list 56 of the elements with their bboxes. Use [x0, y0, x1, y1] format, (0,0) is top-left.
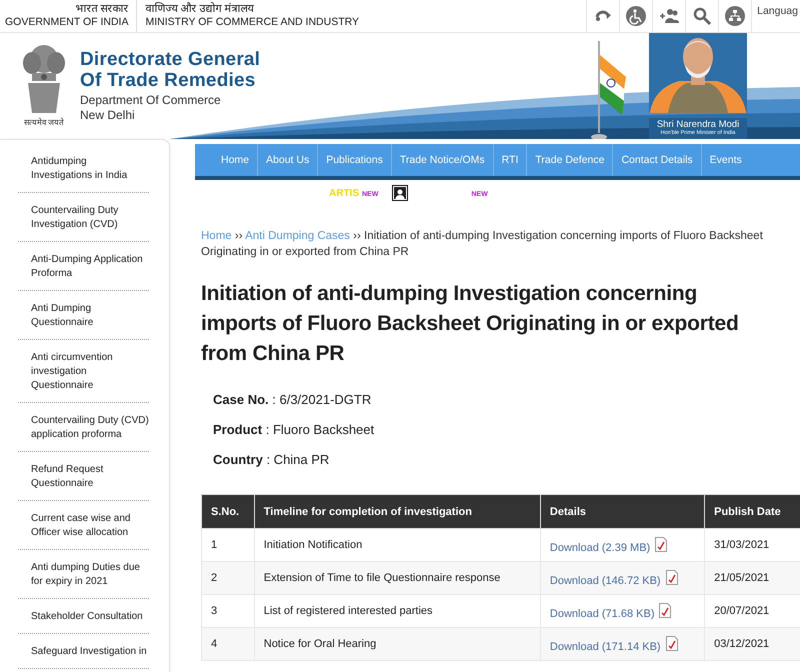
column-header: Timeline for completion of investigation [254, 494, 540, 528]
hindi-label: भारत सरकार [74, 3, 128, 16]
nav-link[interactable]: Trade Defence [527, 144, 614, 176]
sidebar-link[interactable]: Stakeholder Consultation [31, 610, 149, 624]
breadcrumb-link[interactable]: Anti Dumping Cases [245, 230, 350, 242]
nav-link[interactable]: RTI [494, 144, 528, 176]
add-users-icon[interactable] [659, 6, 680, 26]
site-title: Directorate General [80, 49, 260, 70]
pdf-icon[interactable] [666, 636, 678, 650]
department-name: Department Of Commerce [80, 93, 222, 108]
hindi-label: वाणिज्य और उद्योग मंत्रालय [145, 3, 255, 16]
motto-text: सत्यमेव जयते [24, 116, 64, 127]
pdf-icon[interactable] [666, 570, 678, 584]
sitemap-icon[interactable] [725, 6, 746, 26]
government-label: GOVERNMENT OF INDIA [5, 16, 128, 29]
sidebar-link[interactable]: Anti dumping Duties due for expiry in 2021 [31, 561, 149, 589]
nav-link[interactable]: Home [213, 144, 258, 176]
breadcrumb-link[interactable]: Home [201, 230, 232, 242]
sidebar-link[interactable]: Current case wise and Officer wise allocation [31, 512, 149, 540]
table-cell: 03/12/2021 [704, 628, 800, 660]
case-detail: Product : Fluoro Backsheet [213, 421, 376, 439]
nav-link[interactable]: About Us [258, 144, 318, 176]
sidebar-link[interactable]: Refund Request Questionnaire [31, 463, 149, 491]
city-name: New Delhi [80, 108, 136, 122]
column-header: Publish Date [704, 494, 800, 528]
table-cell: 2 [202, 562, 254, 594]
table-cell: 4 [202, 628, 254, 660]
nav-link[interactable]: Contact Details [613, 144, 702, 176]
table-cell: 21/05/2021 [704, 562, 800, 594]
sidebar-link[interactable]: Safeguard Investigation in [31, 645, 149, 659]
breadcrumb: Home ›› Anti Dumping Cases ›› Initiation of anti-dumping Investigation concerning imports of Fluoro Backsheet Originating in or exported from China PR [201, 229, 764, 260]
nav-link[interactable]: Publications [318, 144, 392, 176]
sidebar-link[interactable]: Countervailing Duty (CVD) application proforma [31, 414, 149, 442]
sidebar-link[interactable]: Anti-Dumping Application Proforma [31, 253, 149, 281]
ministry-label: MINISTRY OF COMMERCE AND INDUSTRY [145, 16, 360, 29]
accessibility-icon[interactable] [626, 6, 646, 26]
table-cell: Extension of Time to file Questionnaire response [254, 562, 540, 594]
column-header: S.No. [202, 494, 254, 528]
search-icon[interactable] [692, 6, 712, 26]
column-header: Details [540, 494, 705, 528]
nav-link[interactable]: Events [702, 144, 750, 176]
sidebar-link[interactable]: Antidumping Investigations in India [31, 155, 149, 183]
person-icon[interactable] [392, 185, 408, 201]
language-button[interactable]: Languag [751, 0, 800, 32]
pdf-icon[interactable] [655, 536, 668, 552]
site-title: Of Trade Remedies [80, 70, 257, 91]
page-title: Initiation of anti-dumping Investigation concerning imports of Fluoro Backsheet Originating in or exported from China PR [201, 281, 740, 367]
sidebar-link[interactable]: Anti circumvention investigation Questionnaire [31, 351, 149, 393]
sidebar-link[interactable]: Countervailing Duty Investigation (CVD) [31, 204, 149, 232]
table-cell: Notice for Oral Hearing [254, 628, 540, 660]
case-detail: Case No. : 6/3/2021-DGTR [213, 391, 372, 409]
case-detail: Country : China PR [213, 451, 330, 469]
sidebar-link[interactable]: Anti Dumping Questionnaire [31, 302, 149, 330]
caption-name: Shri Narendra Modi [656, 119, 740, 130]
pdf-icon[interactable] [659, 602, 672, 618]
nav-link[interactable]: Trade Notice/OMs [392, 144, 494, 176]
